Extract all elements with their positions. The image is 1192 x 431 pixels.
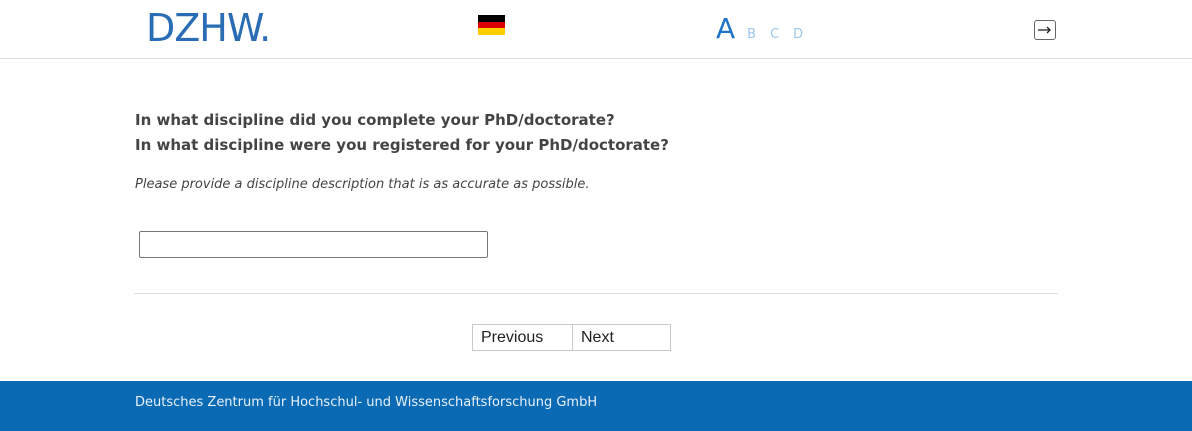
question-line-2: In what discipline were you registered f… xyxy=(135,136,669,154)
discipline-input[interactable] xyxy=(139,231,488,258)
footer-text: Deutsches Zentrum für Hochschul- und Wis… xyxy=(135,395,598,410)
font-size-d[interactable]: D xyxy=(793,27,803,42)
divider xyxy=(134,293,1058,294)
logout-icon xyxy=(1038,26,1051,34)
instruction-text: Please provide a discipline description … xyxy=(135,177,590,192)
flag-stripe-red xyxy=(478,21,505,29)
previous-button[interactable]: Previous xyxy=(472,324,572,351)
font-size-a[interactable]: A xyxy=(716,12,735,45)
question-line-1: In what discipline did you complete your… xyxy=(135,111,615,129)
font-size-selector: A B C D xyxy=(716,12,817,45)
header: DZHW. A B C D xyxy=(0,0,1192,59)
question-text: In what discipline did you complete your… xyxy=(135,108,669,158)
page-navigation: Previous Next xyxy=(472,324,671,351)
font-size-b[interactable]: B xyxy=(747,27,756,42)
german-flag-icon[interactable] xyxy=(478,15,505,36)
next-button[interactable]: Next xyxy=(572,324,671,351)
dzhw-logo: DZHW. xyxy=(146,6,271,50)
font-size-c[interactable]: C xyxy=(770,27,779,42)
flag-stripe-gold xyxy=(478,28,505,36)
logout-button[interactable] xyxy=(1034,20,1056,40)
footer: Deutsches Zentrum für Hochschul- und Wis… xyxy=(0,381,1192,431)
flag-stripe-black xyxy=(478,15,505,22)
